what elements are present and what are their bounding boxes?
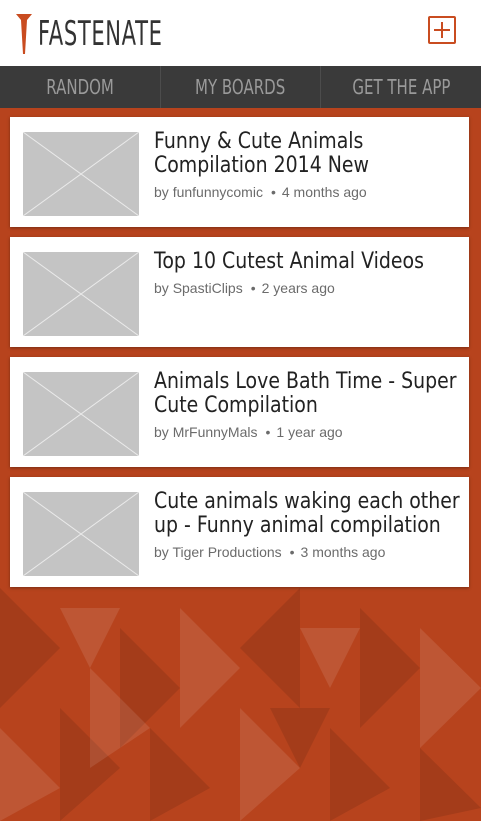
tab-random[interactable]: RANDOM <box>0 66 161 108</box>
video-meta: by MrFunnyMals • 1 year ago <box>154 424 343 440</box>
video-age: 2 years ago <box>261 280 335 296</box>
video-author[interactable]: funfunnycomic <box>173 184 263 200</box>
video-card[interactable]: Funny & Cute Animals Compilation 2014 Ne… <box>10 117 469 227</box>
pin-icon <box>16 14 32 54</box>
video-thumbnail[interactable] <box>23 372 139 456</box>
video-author[interactable]: MrFunnyMals <box>173 424 258 440</box>
video-list: Funny & Cute Animals Compilation 2014 Ne… <box>10 117 469 597</box>
tab-get-the-app[interactable]: GET THE APP <box>321 66 481 108</box>
video-card[interactable]: Animals Love Bath Time - Super Cute Comp… <box>10 357 469 467</box>
add-button[interactable] <box>428 16 456 44</box>
image-placeholder-icon <box>23 372 139 456</box>
tab-my-boards[interactable]: MY BOARDS <box>161 66 322 108</box>
video-card[interactable]: Top 10 Cutest Animal Videos by SpastiCli… <box>10 237 469 347</box>
video-meta: by SpastiClips • 2 years ago <box>154 280 335 296</box>
image-placeholder-icon <box>23 492 139 576</box>
logo-text: FASTENATE <box>38 14 163 54</box>
video-thumbnail[interactable] <box>23 252 139 336</box>
video-author[interactable]: Tiger Productions <box>172 544 281 560</box>
image-placeholder-icon <box>23 132 139 216</box>
video-title[interactable]: Top 10 Cutest Animal Videos <box>154 250 464 274</box>
video-card[interactable]: Cute animals waking each other up - Funn… <box>10 477 469 587</box>
video-age: 3 months ago <box>300 544 386 560</box>
video-title[interactable]: Cute animals waking each other up - Funn… <box>154 490 464 538</box>
video-thumbnail[interactable] <box>23 492 139 576</box>
video-author[interactable]: SpastiClips <box>173 280 243 296</box>
video-meta: by funfunnycomic • 4 months ago <box>154 184 367 200</box>
tab-label: GET THE APP <box>352 75 451 99</box>
image-placeholder-icon <box>23 252 139 336</box>
tab-label: RANDOM <box>46 75 114 99</box>
video-title[interactable]: Funny & Cute Animals Compilation 2014 Ne… <box>154 130 464 178</box>
tab-label: MY BOARDS <box>195 75 286 99</box>
video-title[interactable]: Animals Love Bath Time - Super Cute Comp… <box>154 370 464 418</box>
header: FASTENATE <box>0 0 481 66</box>
video-thumbnail[interactable] <box>23 132 139 216</box>
video-age: 4 months ago <box>281 184 367 200</box>
app: FASTENATE RANDOM MY BOARDS GET THE APP F… <box>0 0 481 821</box>
nav-bar: RANDOM MY BOARDS GET THE APP <box>0 66 481 108</box>
video-age: 1 year ago <box>276 424 343 440</box>
logo[interactable]: FASTENATE <box>16 14 239 54</box>
video-meta: by Tiger Productions • 3 months ago <box>154 544 386 560</box>
